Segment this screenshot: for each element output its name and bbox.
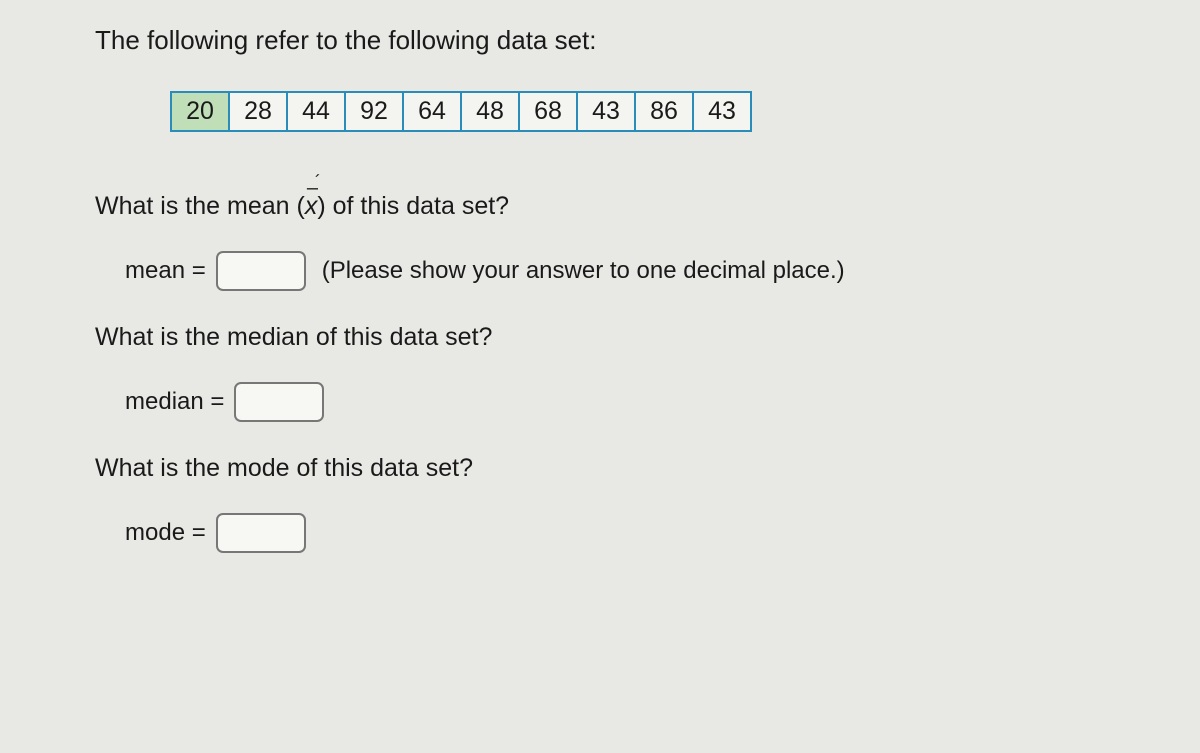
data-cell: 86 — [635, 92, 693, 131]
mean-input[interactable] — [216, 251, 306, 291]
data-cell: 28 — [229, 92, 287, 131]
median-label: median = — [125, 388, 224, 416]
data-cell: 43 — [693, 92, 751, 131]
question-mode: What is the mode of this data set? — [95, 454, 1105, 483]
data-cell: 44 — [287, 92, 345, 131]
data-cell: 92 — [345, 92, 403, 131]
mean-label: mean = — [125, 257, 206, 285]
question-mean: What is the mean (x) of this data set? — [95, 192, 1105, 221]
median-input[interactable] — [234, 382, 324, 422]
data-cell: 64 — [403, 92, 461, 131]
data-cell: 48 — [461, 92, 519, 131]
data-set-table: 20284492644868438643 — [170, 91, 752, 132]
mode-label: mode = — [125, 519, 206, 547]
mean-hint: (Please show your answer to one decimal … — [322, 257, 845, 285]
question-median: What is the median of this data set? — [95, 323, 1105, 352]
data-cell: 20 — [171, 92, 229, 131]
data-cell: 68 — [519, 92, 577, 131]
x-bar-symbol: x — [305, 192, 318, 221]
intro-text: The following refer to the following dat… — [95, 25, 1105, 56]
data-cell: 43 — [577, 92, 635, 131]
mode-input[interactable] — [216, 513, 306, 553]
